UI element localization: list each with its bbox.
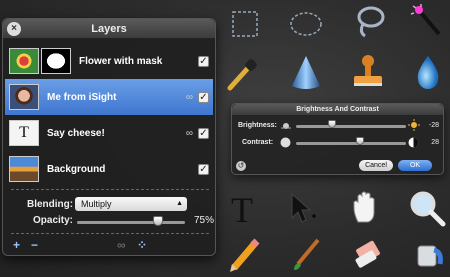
layer-row[interactable]: T Say cheese! ∞ ✓ <box>5 115 213 151</box>
panel-title: Layers <box>91 23 127 35</box>
layer-name: Flower with mask <box>79 55 163 67</box>
contrast-value: 28 <box>431 139 439 146</box>
eraser-icon[interactable] <box>346 232 390 276</box>
opacity-label: Opacity: <box>33 215 74 226</box>
cancel-button[interactable]: Cancel <box>359 160 393 171</box>
stamp-icon[interactable] <box>346 50 390 94</box>
hand-tool-icon[interactable] <box>344 186 388 230</box>
rect-select-icon[interactable] <box>223 2 267 46</box>
high-contrast-icon <box>408 137 419 148</box>
divider <box>11 189 209 190</box>
move-tool-icon[interactable] <box>280 186 324 230</box>
bc-title: Brightness And Contrast <box>296 106 379 113</box>
text-thumbnail: T <box>9 120 39 146</box>
mask-thumbnail <box>41 48 71 74</box>
blending-label: Blending: <box>27 199 74 210</box>
photo-thumbnail <box>9 84 39 110</box>
flower-thumbnail <box>9 48 39 74</box>
opacity-slider-track[interactable] <box>77 221 185 224</box>
brush-icon[interactable] <box>284 232 328 276</box>
add-layer-icon[interactable]: + <box>13 238 20 252</box>
lasso-icon[interactable] <box>347 0 391 44</box>
brightness-value: -28 <box>428 122 439 129</box>
select-arrows-icon: ▲ <box>176 200 183 207</box>
remove-layer-icon[interactable]: − <box>31 238 38 252</box>
blending-select[interactable]: Multiply ▲ <box>75 197 187 211</box>
layer-row[interactable]: Flower with mask ✓ <box>5 43 213 79</box>
reset-icon[interactable]: ↺ <box>236 161 246 171</box>
brightness-slider-knob[interactable] <box>328 120 336 128</box>
contrast-slider-track[interactable] <box>296 142 406 145</box>
cone-icon[interactable] <box>284 50 328 94</box>
layer-visibility-checkbox[interactable]: ✓ <box>198 127 209 139</box>
landscape-thumbnail <box>9 156 39 182</box>
ellipse-select-icon[interactable] <box>284 2 328 46</box>
magnifier-icon[interactable] <box>405 186 449 230</box>
layer-visibility-checkbox[interactable]: ✓ <box>198 55 209 67</box>
close-icon[interactable]: × <box>7 22 21 36</box>
divider <box>11 233 209 234</box>
dim-sun-icon <box>281 123 291 129</box>
magic-wand-icon[interactable] <box>405 0 449 44</box>
layer-row[interactable]: Background ✓ <box>5 151 213 187</box>
brightness-contrast-panel: Brightness And Contrast Brightness: -28 … <box>231 103 444 175</box>
opacity-value: 75% <box>194 215 215 226</box>
contrast-slider-knob[interactable] <box>356 137 364 145</box>
svg-text:T: T <box>231 190 253 230</box>
bc-titlebar: Brightness And Contrast <box>232 104 443 116</box>
blending-value: Multiply <box>81 199 112 209</box>
water-drop-icon[interactable] <box>406 50 450 94</box>
link-layers-icon[interactable]: ∞ <box>117 238 126 252</box>
layer-visibility-checkbox[interactable]: ✓ <box>198 163 209 175</box>
brightness-slider-track[interactable] <box>296 125 406 128</box>
eyedropper-icon[interactable] <box>220 52 264 96</box>
low-contrast-icon <box>280 137 291 148</box>
text-tool-icon[interactable]: T <box>220 186 264 230</box>
paint-bucket-icon[interactable] <box>406 232 450 276</box>
link-icon: ∞ <box>185 91 193 103</box>
ok-button[interactable]: OK <box>398 160 432 171</box>
layers-titlebar: × Layers <box>3 19 215 39</box>
layer-options-icon[interactable]: ⁘ <box>137 238 147 252</box>
brightness-label: Brightness: <box>238 122 277 129</box>
layer-name: Say cheese! <box>47 127 105 139</box>
link-icon: ∞ <box>185 127 193 139</box>
pencil-icon[interactable] <box>222 232 266 276</box>
layer-name: Background <box>47 163 106 175</box>
contrast-label: Contrast: <box>242 139 274 146</box>
bright-sun-icon <box>408 119 420 131</box>
layer-row-selected[interactable]: Me from iSight ∞ ✓ <box>5 79 213 115</box>
layer-name: Me from iSight <box>47 91 117 103</box>
layers-panel: × Layers Flower with mask ✓ Me from iSig… <box>2 18 216 256</box>
layer-visibility-checkbox[interactable]: ✓ <box>198 91 209 103</box>
opacity-slider-knob[interactable] <box>153 216 163 226</box>
